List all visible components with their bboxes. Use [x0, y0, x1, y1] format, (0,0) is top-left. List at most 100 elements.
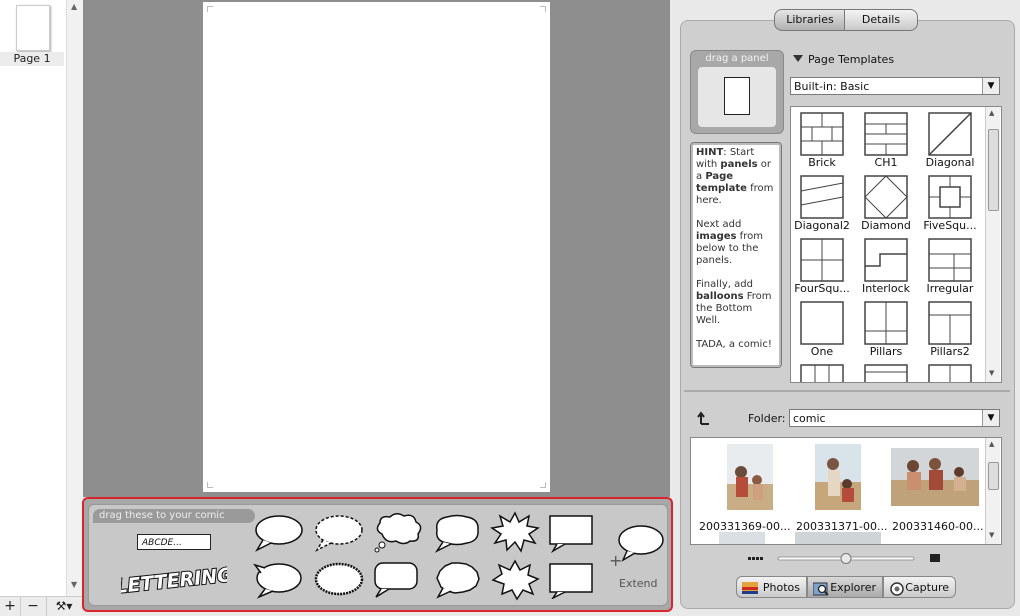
template-partial[interactable]: [857, 361, 915, 382]
scroll-up-icon[interactable]: ▲: [989, 109, 994, 117]
template-irregular[interactable]: Irregular: [921, 235, 979, 297]
shout-balloon[interactable]: [489, 557, 541, 601]
photo-item[interactable]: 200331371-00...: [795, 442, 895, 533]
add-page-button[interactable]: +: [0, 597, 21, 616]
template-pillars[interactable]: Pillars: [857, 298, 915, 360]
page-templates-header[interactable]: Page Templates: [808, 53, 894, 66]
template-partial[interactable]: [921, 361, 979, 382]
photo-item[interactable]: [719, 532, 765, 544]
template-foursquare[interactable]: FourSqu...: [793, 235, 851, 297]
slider-handle: [840, 553, 852, 564]
photo-item[interactable]: [795, 532, 881, 544]
panel-shape-icon[interactable]: [724, 77, 750, 115]
photo-item[interactable]: 200331369-00...: [699, 442, 799, 533]
hint-paragraph-4: TADA, a comic!: [696, 339, 772, 350]
speech-balloon-oval[interactable]: [253, 513, 305, 553]
tab-capture[interactable]: Capture: [883, 576, 956, 598]
caption-box[interactable]: [547, 559, 595, 599]
tab-photos[interactable]: Photos: [736, 576, 807, 598]
hint-box: HINT: Start with panels or a Page templa…: [690, 142, 782, 368]
scroll-down-icon[interactable]: ▼: [989, 369, 994, 377]
well-title: drag these to your comic: [93, 509, 255, 523]
drag-panel-label: drag a panel: [705, 53, 769, 64]
template-pillars2[interactable]: Pillars2: [921, 298, 979, 360]
template-interlock[interactable]: Interlock: [857, 235, 915, 297]
scroll-up-icon[interactable]: ▲: [71, 2, 77, 11]
scroll-thumb[interactable]: [988, 129, 999, 211]
page-label: Page 1: [0, 52, 64, 66]
extend-plus-icon: +: [609, 551, 623, 570]
scroll-up-icon[interactable]: ▲: [989, 440, 994, 448]
chevron-down-icon[interactable]: ▼: [982, 78, 999, 94]
hint-paragraph-2: Next add images from below to the panels…: [696, 219, 763, 266]
extend-label[interactable]: Extend: [619, 577, 658, 590]
folder-up-icon[interactable]: [696, 410, 712, 426]
large-thumbnails-icon: [930, 554, 940, 562]
scroll-down-icon[interactable]: ▼: [989, 531, 994, 539]
comic-page[interactable]: [203, 2, 550, 492]
panel-divider[interactable]: [684, 390, 1010, 392]
drag-panel-source[interactable]: [698, 67, 776, 127]
template-list-scrollbar[interactable]: ▲ ▼: [985, 107, 1000, 382]
template-list: Brick CH1 Diagonal Diagonal2 Diamond Fiv…: [790, 106, 1002, 383]
photo-list: 200331369-00... 200331371-00... 20033146…: [690, 437, 1002, 545]
template-fivesquare[interactable]: FiveSqu...: [921, 172, 979, 234]
page-toolbar: + − ⚒▾: [0, 596, 82, 616]
scroll-thumb[interactable]: [988, 462, 999, 490]
folder-select[interactable]: comic ▼: [789, 409, 1000, 427]
drag-panel-box: drag a panel: [690, 50, 784, 134]
thought-balloon[interactable]: [372, 512, 424, 554]
hint-paragraph-1: HINT: Start with panels or a Page templa…: [696, 147, 774, 206]
template-library-value: Built-in: Basic: [794, 80, 870, 93]
library-tabs: Libraries Details: [774, 9, 918, 31]
photo-item[interactable]: 200331460-00...: [891, 442, 991, 533]
comic-canvas[interactable]: [83, 0, 670, 497]
template-library-select[interactable]: Built-in: Basic ▼: [790, 77, 1000, 95]
svg-text:LETTERING: LETTERING: [121, 564, 227, 598]
collapse-triangle-icon[interactable]: [793, 55, 803, 62]
template-brick[interactable]: Brick: [793, 109, 851, 171]
capture-icon: [890, 582, 904, 596]
lettering-logo-item[interactable]: LETTERING: [121, 562, 227, 598]
template-diagonal[interactable]: Diagonal: [921, 109, 979, 171]
double-speech-balloon[interactable]: [253, 559, 305, 599]
bottom-well: drag these to your comic ABCDE... LETTER…: [82, 497, 673, 612]
scalloped-balloon[interactable]: [313, 559, 365, 599]
template-partial[interactable]: [793, 361, 851, 382]
rounded-rect-balloon[interactable]: [371, 559, 423, 599]
wavy-balloon[interactable]: [431, 513, 483, 553]
folder-value: comic: [793, 412, 826, 425]
tab-libraries[interactable]: Libraries: [774, 9, 846, 31]
hint-paragraph-3: Finally, add balloons From the Bottom We…: [696, 279, 772, 326]
caption-box-tail[interactable]: [547, 513, 595, 553]
well-content: drag these to your comic ABCDE... LETTER…: [88, 504, 668, 606]
photos-icon: [742, 582, 758, 594]
fuzzy-balloon[interactable]: [431, 559, 483, 599]
page-thumbnail[interactable]: [16, 5, 50, 51]
template-one[interactable]: One: [793, 298, 851, 360]
photo-name: 200331460-00...: [892, 520, 984, 533]
template-ch1[interactable]: CH1: [857, 109, 915, 171]
page-strip: Page 1: [0, 0, 67, 596]
whisper-balloon[interactable]: [313, 513, 365, 553]
source-tabs: Photos Explorer Capture: [736, 576, 956, 600]
scroll-down-icon[interactable]: ▼: [71, 580, 77, 589]
thumbnail-size-slider[interactable]: [748, 552, 946, 566]
explorer-icon: [813, 582, 829, 596]
photo-thumbnail[interactable]: [795, 442, 895, 518]
burst-balloon[interactable]: [489, 510, 541, 554]
tab-details[interactable]: Details: [844, 9, 918, 31]
tools-menu-button[interactable]: ⚒▾: [46, 597, 82, 616]
page-strip-scrollbar[interactable]: ▲ ▼: [66, 0, 83, 596]
photo-list-scrollbar[interactable]: ▲ ▼: [985, 438, 1000, 544]
template-diamond[interactable]: Diamond: [857, 172, 915, 234]
small-thumbnails-icon: [748, 557, 763, 560]
folder-label: Folder:: [748, 412, 786, 425]
photo-thumbnail[interactable]: [891, 442, 991, 518]
lettering-text-item[interactable]: ABCDE...: [137, 534, 211, 550]
tab-explorer[interactable]: Explorer: [807, 576, 883, 598]
chevron-down-icon[interactable]: ▼: [982, 410, 999, 426]
template-diagonal2[interactable]: Diagonal2: [793, 172, 851, 234]
photo-thumbnail[interactable]: [699, 442, 799, 518]
remove-page-button[interactable]: −: [20, 597, 47, 616]
